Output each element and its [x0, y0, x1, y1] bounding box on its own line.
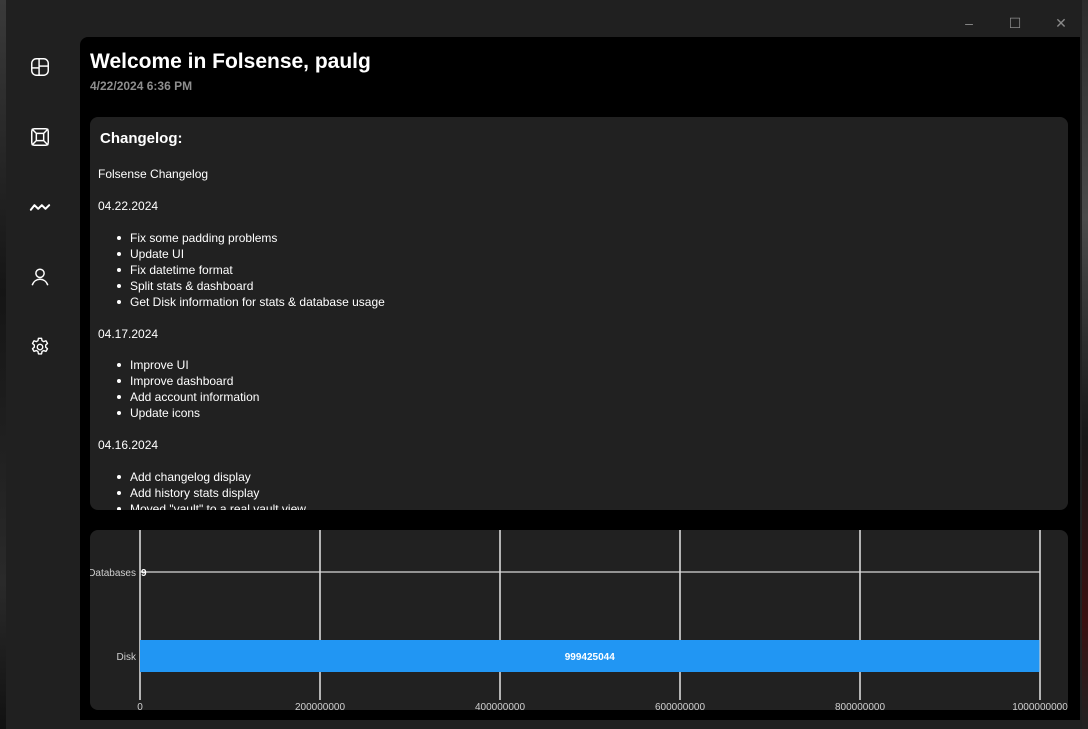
nav-vault-button[interactable]	[20, 117, 60, 157]
current-datetime: 4/22/2024 6:36 PM	[90, 79, 193, 93]
changelog-date: 04.22.2024	[98, 199, 159, 213]
changelog-item: Improve UI	[117, 357, 1058, 373]
changelog-list: Fix some padding problems Update UI Fix …	[98, 230, 1058, 310]
changelog-item: Moved "vault" to a real vault view	[117, 501, 1058, 510]
changelog-item: Add account information	[117, 389, 1058, 405]
main-content: Welcome in Folsense, paulg 4/22/2024 6:3…	[80, 37, 1080, 720]
changelog-item: Fix some padding problems	[117, 230, 1058, 246]
desktop-backdrop-right	[1082, 0, 1088, 729]
changelog-title: Changelog:	[100, 130, 183, 147]
changelog-item: Update UI	[117, 246, 1058, 262]
nav-dashboard-button[interactable]	[20, 47, 60, 87]
bar-data-label: 9	[141, 568, 147, 579]
changelog-item: Split stats & dashboard	[117, 278, 1058, 294]
title-bar[interactable]: – ☐ ✕	[6, 8, 1082, 38]
dashboard-icon	[31, 58, 49, 76]
changelog-list: Improve UI Improve dashboard Add account…	[98, 357, 1058, 421]
changelog-date: 04.16.2024	[98, 438, 159, 452]
x-tick-label: 400000000	[475, 702, 525, 710]
x-tick-label: 1000000000	[1012, 702, 1068, 710]
changelog-panel[interactable]: Changelog: Folsense Changelog 04.22.2024…	[90, 117, 1068, 510]
changelog-list: Add changelog display Add history stats …	[98, 469, 1058, 510]
usage-bar-chart: 0 200000000 400000000 600000000 800000000 100…	[90, 530, 1068, 710]
changelog-content: Folsense Changelog 04.22.2024 Fix some p…	[98, 166, 1058, 510]
changelog-item: Fix datetime format	[117, 262, 1058, 278]
nav-settings-button[interactable]	[20, 327, 60, 367]
y-category-label: Databases	[90, 568, 136, 579]
activity-icon	[29, 204, 51, 211]
x-tick-label: 0	[137, 702, 143, 710]
nav-account-button[interactable]	[20, 257, 60, 297]
app-window: – ☐ ✕ Welcome in Folsense, paulg 4/22/20…	[0, 0, 1088, 729]
changelog-item: Improve dashboard	[117, 373, 1058, 389]
changelog-item: Get Disk information for stats & databas…	[117, 294, 1058, 310]
changelog-heading: Folsense Changelog	[98, 167, 209, 181]
x-tick-label: 200000000	[295, 702, 345, 710]
sidebar-nav	[6, 38, 74, 718]
y-category-label: Disk	[117, 652, 137, 663]
changelog-item: Update icons	[117, 405, 1058, 421]
changelog-item: Add history stats display	[117, 485, 1058, 501]
changelog-item: Add changelog display	[117, 469, 1058, 485]
x-tick-label: 600000000	[655, 702, 705, 710]
nav-stats-button[interactable]	[20, 187, 60, 227]
welcome-title: Welcome in Folsense, paulg	[90, 50, 371, 73]
x-tick-label: 800000000	[835, 702, 885, 710]
close-button[interactable]: ✕	[1038, 8, 1084, 38]
bar-data-label: 999425044	[565, 652, 615, 663]
maximize-button[interactable]: ☐	[992, 8, 1038, 38]
minimize-button[interactable]: –	[946, 8, 992, 38]
usage-chart-panel: 0 200000000 400000000 600000000 800000000 100…	[90, 530, 1068, 710]
vault-icon	[31, 128, 49, 146]
account-icon	[31, 268, 49, 286]
changelog-date: 04.17.2024	[98, 327, 159, 341]
settings-icon	[31, 337, 49, 355]
